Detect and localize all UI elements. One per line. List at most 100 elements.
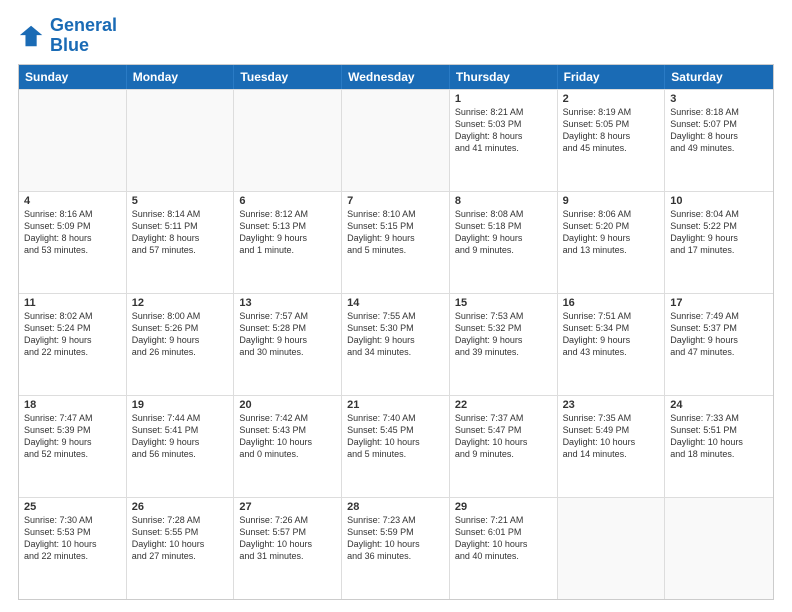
cell-info: Sunrise: 7:44 AM Sunset: 5:41 PM Dayligh… <box>132 412 229 461</box>
cell-info: Sunrise: 7:49 AM Sunset: 5:37 PM Dayligh… <box>670 310 768 359</box>
cell-info: Sunrise: 8:21 AM Sunset: 5:03 PM Dayligh… <box>455 106 552 155</box>
calendar-cell: 23Sunrise: 7:35 AM Sunset: 5:49 PM Dayli… <box>558 396 666 497</box>
cell-info: Sunrise: 7:42 AM Sunset: 5:43 PM Dayligh… <box>239 412 336 461</box>
cell-info: Sunrise: 7:35 AM Sunset: 5:49 PM Dayligh… <box>563 412 660 461</box>
day-number: 13 <box>239 297 336 309</box>
day-number: 19 <box>132 399 229 411</box>
calendar-cell: 11Sunrise: 8:02 AM Sunset: 5:24 PM Dayli… <box>19 294 127 395</box>
calendar-cell: 29Sunrise: 7:21 AM Sunset: 6:01 PM Dayli… <box>450 498 558 599</box>
day-number: 1 <box>455 93 552 105</box>
calendar-cell: 20Sunrise: 7:42 AM Sunset: 5:43 PM Dayli… <box>234 396 342 497</box>
calendar-cell: 15Sunrise: 7:53 AM Sunset: 5:32 PM Dayli… <box>450 294 558 395</box>
cell-info: Sunrise: 8:16 AM Sunset: 5:09 PM Dayligh… <box>24 208 121 257</box>
day-number: 25 <box>24 501 121 513</box>
cell-info: Sunrise: 8:18 AM Sunset: 5:07 PM Dayligh… <box>670 106 768 155</box>
cell-info: Sunrise: 7:57 AM Sunset: 5:28 PM Dayligh… <box>239 310 336 359</box>
cell-info: Sunrise: 8:14 AM Sunset: 5:11 PM Dayligh… <box>132 208 229 257</box>
logo: General Blue <box>18 16 117 56</box>
calendar-week: 1Sunrise: 8:21 AM Sunset: 5:03 PM Daylig… <box>19 89 773 191</box>
day-header: Saturday <box>665 65 773 89</box>
day-number: 6 <box>239 195 336 207</box>
cell-info: Sunrise: 8:04 AM Sunset: 5:22 PM Dayligh… <box>670 208 768 257</box>
calendar: SundayMondayTuesdayWednesdayThursdayFrid… <box>18 64 774 600</box>
calendar-cell: 7Sunrise: 8:10 AM Sunset: 5:15 PM Daylig… <box>342 192 450 293</box>
calendar-cell: 2Sunrise: 8:19 AM Sunset: 5:05 PM Daylig… <box>558 90 666 191</box>
calendar-header: SundayMondayTuesdayWednesdayThursdayFrid… <box>19 65 773 89</box>
cell-info: Sunrise: 8:00 AM Sunset: 5:26 PM Dayligh… <box>132 310 229 359</box>
day-number: 7 <box>347 195 444 207</box>
day-number: 22 <box>455 399 552 411</box>
calendar-cell: 25Sunrise: 7:30 AM Sunset: 5:53 PM Dayli… <box>19 498 127 599</box>
day-header: Sunday <box>19 65 127 89</box>
cell-info: Sunrise: 8:08 AM Sunset: 5:18 PM Dayligh… <box>455 208 552 257</box>
calendar-cell: 8Sunrise: 8:08 AM Sunset: 5:18 PM Daylig… <box>450 192 558 293</box>
cell-info: Sunrise: 8:12 AM Sunset: 5:13 PM Dayligh… <box>239 208 336 257</box>
calendar-cell: 12Sunrise: 8:00 AM Sunset: 5:26 PM Dayli… <box>127 294 235 395</box>
day-number: 12 <box>132 297 229 309</box>
calendar-cell <box>127 90 235 191</box>
day-number: 29 <box>455 501 552 513</box>
calendar-cell <box>19 90 127 191</box>
calendar-cell <box>665 498 773 599</box>
calendar-cell: 17Sunrise: 7:49 AM Sunset: 5:37 PM Dayli… <box>665 294 773 395</box>
day-number: 15 <box>455 297 552 309</box>
day-number: 2 <box>563 93 660 105</box>
day-number: 23 <box>563 399 660 411</box>
calendar-body: 1Sunrise: 8:21 AM Sunset: 5:03 PM Daylig… <box>19 89 773 599</box>
calendar-cell: 6Sunrise: 8:12 AM Sunset: 5:13 PM Daylig… <box>234 192 342 293</box>
cell-info: Sunrise: 7:33 AM Sunset: 5:51 PM Dayligh… <box>670 412 768 461</box>
day-number: 28 <box>347 501 444 513</box>
calendar-cell: 10Sunrise: 8:04 AM Sunset: 5:22 PM Dayli… <box>665 192 773 293</box>
day-header: Thursday <box>450 65 558 89</box>
cell-info: Sunrise: 7:47 AM Sunset: 5:39 PM Dayligh… <box>24 412 121 461</box>
calendar-cell: 3Sunrise: 8:18 AM Sunset: 5:07 PM Daylig… <box>665 90 773 191</box>
day-number: 3 <box>670 93 768 105</box>
logo-icon <box>18 22 46 50</box>
cell-info: Sunrise: 8:02 AM Sunset: 5:24 PM Dayligh… <box>24 310 121 359</box>
calendar-cell: 4Sunrise: 8:16 AM Sunset: 5:09 PM Daylig… <box>19 192 127 293</box>
calendar-cell: 18Sunrise: 7:47 AM Sunset: 5:39 PM Dayli… <box>19 396 127 497</box>
day-number: 20 <box>239 399 336 411</box>
cell-info: Sunrise: 7:40 AM Sunset: 5:45 PM Dayligh… <box>347 412 444 461</box>
calendar-cell <box>234 90 342 191</box>
day-number: 21 <box>347 399 444 411</box>
calendar-cell: 5Sunrise: 8:14 AM Sunset: 5:11 PM Daylig… <box>127 192 235 293</box>
day-number: 16 <box>563 297 660 309</box>
calendar-week: 18Sunrise: 7:47 AM Sunset: 5:39 PM Dayli… <box>19 395 773 497</box>
day-number: 5 <box>132 195 229 207</box>
calendar-week: 11Sunrise: 8:02 AM Sunset: 5:24 PM Dayli… <box>19 293 773 395</box>
cell-info: Sunrise: 8:06 AM Sunset: 5:20 PM Dayligh… <box>563 208 660 257</box>
calendar-week: 4Sunrise: 8:16 AM Sunset: 5:09 PM Daylig… <box>19 191 773 293</box>
calendar-cell: 1Sunrise: 8:21 AM Sunset: 5:03 PM Daylig… <box>450 90 558 191</box>
day-header: Monday <box>127 65 235 89</box>
calendar-week: 25Sunrise: 7:30 AM Sunset: 5:53 PM Dayli… <box>19 497 773 599</box>
cell-info: Sunrise: 7:55 AM Sunset: 5:30 PM Dayligh… <box>347 310 444 359</box>
day-number: 26 <box>132 501 229 513</box>
calendar-cell: 16Sunrise: 7:51 AM Sunset: 5:34 PM Dayli… <box>558 294 666 395</box>
calendar-cell: 28Sunrise: 7:23 AM Sunset: 5:59 PM Dayli… <box>342 498 450 599</box>
day-number: 8 <box>455 195 552 207</box>
cell-info: Sunrise: 7:23 AM Sunset: 5:59 PM Dayligh… <box>347 514 444 563</box>
logo-text: General Blue <box>50 16 117 56</box>
cell-info: Sunrise: 7:21 AM Sunset: 6:01 PM Dayligh… <box>455 514 552 563</box>
day-number: 24 <box>670 399 768 411</box>
day-header: Tuesday <box>234 65 342 89</box>
cell-info: Sunrise: 7:37 AM Sunset: 5:47 PM Dayligh… <box>455 412 552 461</box>
cell-info: Sunrise: 7:30 AM Sunset: 5:53 PM Dayligh… <box>24 514 121 563</box>
calendar-cell: 24Sunrise: 7:33 AM Sunset: 5:51 PM Dayli… <box>665 396 773 497</box>
day-number: 27 <box>239 501 336 513</box>
calendar-cell: 26Sunrise: 7:28 AM Sunset: 5:55 PM Dayli… <box>127 498 235 599</box>
day-header: Wednesday <box>342 65 450 89</box>
page-header: General Blue <box>18 16 774 56</box>
day-header: Friday <box>558 65 666 89</box>
day-number: 11 <box>24 297 121 309</box>
day-number: 18 <box>24 399 121 411</box>
cell-info: Sunrise: 7:53 AM Sunset: 5:32 PM Dayligh… <box>455 310 552 359</box>
calendar-cell: 22Sunrise: 7:37 AM Sunset: 5:47 PM Dayli… <box>450 396 558 497</box>
day-number: 4 <box>24 195 121 207</box>
calendar-cell: 27Sunrise: 7:26 AM Sunset: 5:57 PM Dayli… <box>234 498 342 599</box>
calendar-cell: 14Sunrise: 7:55 AM Sunset: 5:30 PM Dayli… <box>342 294 450 395</box>
cell-info: Sunrise: 7:28 AM Sunset: 5:55 PM Dayligh… <box>132 514 229 563</box>
calendar-cell: 19Sunrise: 7:44 AM Sunset: 5:41 PM Dayli… <box>127 396 235 497</box>
cell-info: Sunrise: 7:51 AM Sunset: 5:34 PM Dayligh… <box>563 310 660 359</box>
